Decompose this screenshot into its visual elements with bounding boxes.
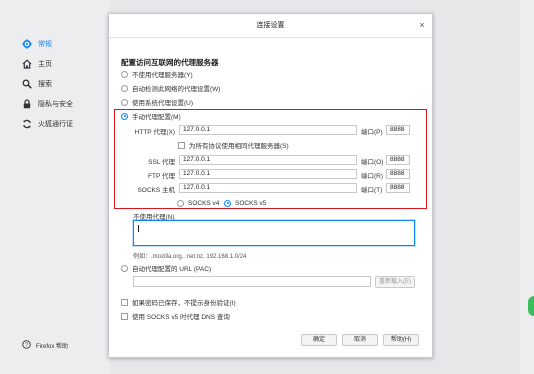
ssl-proxy-input[interactable]: 127.0.0.1: [179, 155, 357, 165]
http-port-label: 端口(P): [361, 129, 383, 136]
radio-label: SOCKS v5: [235, 199, 267, 207]
http-proxy-input[interactable]: 127.0.0.1: [179, 125, 357, 135]
radio-label: 不使用代理服务器(Y): [132, 72, 193, 79]
radio-system-proxy[interactable]: 使用系统代理设置(U): [121, 97, 193, 107]
socks-host-input[interactable]: 127.0.0.1: [179, 183, 357, 193]
radio-label: 使用系统代理设置(U): [132, 100, 194, 107]
cancel-button[interactable]: 取消: [342, 334, 378, 346]
home-icon: [22, 59, 32, 69]
radio-button[interactable]: [177, 199, 184, 207]
sidebar-item-sync[interactable]: 火狐通行证: [22, 118, 73, 130]
radio-button[interactable]: [121, 70, 128, 78]
proxy-heading: 配置访问互联网的代理服务器: [121, 58, 219, 67]
radio-auto-detect[interactable]: 自动检测此网络的代理设置(W): [121, 83, 220, 93]
help-icon: ?: [22, 340, 31, 351]
no-proxy-for-textarea[interactable]: [133, 220, 415, 246]
pac-url-input[interactable]: [133, 276, 371, 287]
ssl-port-input[interactable]: 8888: [386, 155, 410, 165]
sidebar-item-label: 隐私与安全: [38, 101, 73, 108]
ssl-port-label: 端口(O): [361, 159, 384, 166]
socks-port-input[interactable]: 8888: [386, 183, 410, 193]
radio-button-selected[interactable]: [121, 112, 128, 120]
search-icon: [22, 79, 32, 89]
radio-label: 手动代理配置(M): [132, 114, 181, 121]
radio-button[interactable]: [121, 264, 128, 272]
help-label: Firefox 帮助: [36, 344, 69, 350]
sidebar-item-general[interactable]: 常规: [22, 38, 52, 50]
ftp-proxy-input[interactable]: 127.0.0.1: [179, 169, 357, 179]
radio-pac-url[interactable]: 自动代理配置的 URL (PAC): [121, 263, 211, 273]
socks-host-label: SOCKS 主机: [137, 187, 175, 194]
checkbox-label: 如果密码已保存，不提示身份验证(I): [132, 300, 236, 307]
radio-label: 自动代理配置的 URL (PAC): [132, 266, 212, 273]
connection-settings-dialog: 连接设置 × 配置访问互联网的代理服务器 不使用代理服务器(Y) 自动检测此网络…: [108, 13, 433, 358]
lock-icon: [22, 99, 32, 109]
sidebar-item-label: 搜索: [38, 81, 52, 88]
dialog-title: 连接设置: [109, 14, 432, 38]
share-proxy-checkbox-row[interactable]: 为所有协议使用相同代理服务器(S): [178, 140, 289, 150]
floating-green-tab[interactable]: [528, 296, 534, 316]
reload-button[interactable]: 重新载入(E): [375, 276, 415, 288]
sync-icon: [22, 119, 32, 129]
checkbox[interactable]: [121, 312, 128, 320]
checkbox[interactable]: [178, 141, 185, 149]
radio-socks-v4[interactable]: SOCKS v4: [177, 198, 219, 208]
socks-dns-checkbox-row[interactable]: 使用 SOCKS v5 时代理 DNS 查询: [121, 311, 230, 321]
radio-manual-proxy[interactable]: 手动代理配置(M): [121, 111, 181, 121]
ok-button[interactable]: 确定: [301, 334, 337, 346]
radio-label: 自动检测此网络的代理设置(W): [132, 86, 221, 93]
no-proxy-example: 例如：.mozilla.org, .net.nz, 192.168.1.0/24: [133, 254, 247, 260]
radio-label: SOCKS v4: [188, 199, 220, 207]
radio-button-selected[interactable]: [224, 199, 231, 207]
right-edge: [520, 0, 534, 374]
close-icon[interactable]: ×: [416, 19, 428, 31]
sidebar-item-privacy[interactable]: 隐私与安全: [22, 98, 73, 110]
sidebar-item-label: 常规: [38, 41, 52, 48]
no-prompt-auth-checkbox-row[interactable]: 如果密码已保存，不提示身份验证(I): [121, 297, 236, 307]
ftp-port-label: 端口(R): [361, 173, 384, 180]
radio-button[interactable]: [121, 84, 128, 92]
socks-port-label: 端口(T): [361, 187, 383, 194]
ftp-proxy-label: FTP 代理: [148, 173, 175, 180]
sidebar-item-label: 火狐通行证: [38, 121, 73, 128]
ftp-port-input[interactable]: 8888: [386, 169, 410, 179]
ssl-proxy-label: SSL 代理: [148, 159, 175, 166]
radio-button[interactable]: [121, 98, 128, 106]
checkbox-label: 为所有协议使用相同代理服务器(S): [189, 143, 289, 150]
sidebar-item-search[interactable]: 搜索: [22, 78, 52, 90]
radio-socks-v5[interactable]: SOCKS v5: [224, 198, 266, 208]
text-caret: [138, 225, 139, 232]
firefox-help-link[interactable]: ? Firefox 帮助: [22, 340, 68, 351]
sidebar-item-home[interactable]: 主页: [22, 58, 52, 70]
http-proxy-label: HTTP 代理(X): [134, 129, 175, 136]
radio-no-proxy[interactable]: 不使用代理服务器(Y): [121, 69, 193, 79]
checkbox-label: 使用 SOCKS v5 时代理 DNS 查询: [132, 314, 230, 321]
checkbox[interactable]: [121, 298, 128, 306]
preferences-sidebar: 常规 主页 搜索 隐私与安全 火狐通行证 ? Firefox 帮助: [0, 0, 110, 374]
help-button[interactable]: 帮助(H): [383, 334, 419, 346]
gear-icon: [22, 39, 32, 49]
http-port-input[interactable]: 8888: [386, 125, 410, 135]
sidebar-item-label: 主页: [38, 61, 52, 68]
